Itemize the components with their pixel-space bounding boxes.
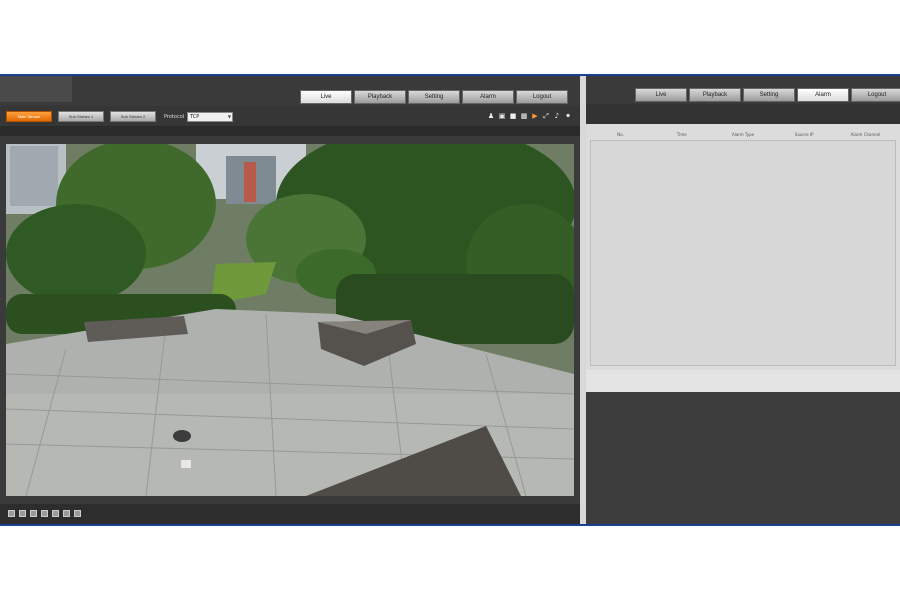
alarm-lower-area (586, 392, 900, 524)
user-icon[interactable]: ♟ (487, 112, 495, 120)
column-time: Time (676, 132, 687, 137)
column-source-ip: Source IP (794, 132, 814, 137)
alarm-window: Live Playback Setting Alarm Logout No. T… (586, 76, 900, 524)
snapshot-icon[interactable]: ▣ (498, 112, 506, 120)
mic-icon[interactable]: ⚫ (564, 112, 572, 120)
fullscreen-icon[interactable]: ⤢ (542, 112, 550, 120)
color-icon[interactable] (52, 510, 59, 517)
tab-playback[interactable]: Playback (689, 88, 741, 102)
stream-toolbar: Main Stream Sub Stream 1 Sub Stream 2 Pr… (0, 106, 580, 126)
tab-logout[interactable]: Logout (516, 90, 568, 104)
talk-icon[interactable]: ▶ (531, 112, 539, 120)
record-icon[interactable]: ■ (509, 112, 517, 120)
column-no: No. (617, 132, 624, 137)
ptz-icon[interactable] (8, 510, 15, 517)
tab-setting[interactable]: Setting (408, 90, 460, 104)
live-video-feed[interactable] (6, 144, 574, 496)
tab-alarm[interactable]: Alarm (797, 88, 849, 102)
alarm-panel: No. Time Alarm Type Source IP Alarm Chan… (586, 124, 900, 392)
alarm-toolbar (586, 104, 900, 124)
protocol-label: Protocol (164, 114, 185, 120)
fit-icon[interactable] (63, 510, 70, 517)
alarm-panel-footer (586, 370, 900, 392)
bottom-controls (8, 510, 81, 517)
protocol-value: TCP (190, 114, 200, 120)
logo-area (0, 76, 72, 102)
camera-scene-image (6, 144, 574, 496)
layout-icon[interactable] (41, 510, 48, 517)
fullscreen-icon[interactable] (74, 510, 81, 517)
tab-playback[interactable]: Playback (354, 90, 406, 104)
tab-setting[interactable]: Setting (743, 88, 795, 102)
main-stream-button[interactable]: Main Stream (6, 111, 52, 122)
video-bottom-toolbar (0, 504, 580, 524)
image-adjust-icon[interactable] (19, 510, 26, 517)
app-frame: Live Playback Setting Alarm Logout Main … (0, 74, 900, 526)
protocol-select[interactable]: TCP ▼ (187, 112, 233, 122)
main-tabs: Live Playback Setting Alarm Logout (300, 90, 568, 104)
sub-stream-1-button[interactable]: Sub Stream 1 (58, 111, 104, 122)
tab-alarm[interactable]: Alarm (462, 90, 514, 104)
zoom-focus-icon[interactable] (30, 510, 37, 517)
column-alarm-channel: Alarm Channel (850, 132, 881, 137)
tab-live[interactable]: Live (635, 88, 687, 102)
tab-logout[interactable]: Logout (851, 88, 900, 102)
video-info-bar (0, 126, 580, 136)
live-view-window: Live Playback Setting Alarm Logout Main … (0, 76, 580, 524)
sub-stream-2-button[interactable]: Sub Stream 2 (110, 111, 156, 122)
tab-live[interactable]: Live (300, 90, 352, 104)
audio-icon[interactable]: ♪ (553, 112, 561, 120)
alarm-window-tabs: Live Playback Setting Alarm Logout (635, 88, 900, 102)
alarm-table-body (590, 140, 896, 366)
zoom-icon[interactable]: ▩ (520, 112, 528, 120)
column-alarm-type: Alarm Type (731, 132, 755, 137)
view-toolbar: ♟ ▣ ■ ▩ ▶ ⤢ ♪ ⚫ (487, 112, 572, 120)
chevron-down-icon: ▼ (227, 114, 231, 119)
